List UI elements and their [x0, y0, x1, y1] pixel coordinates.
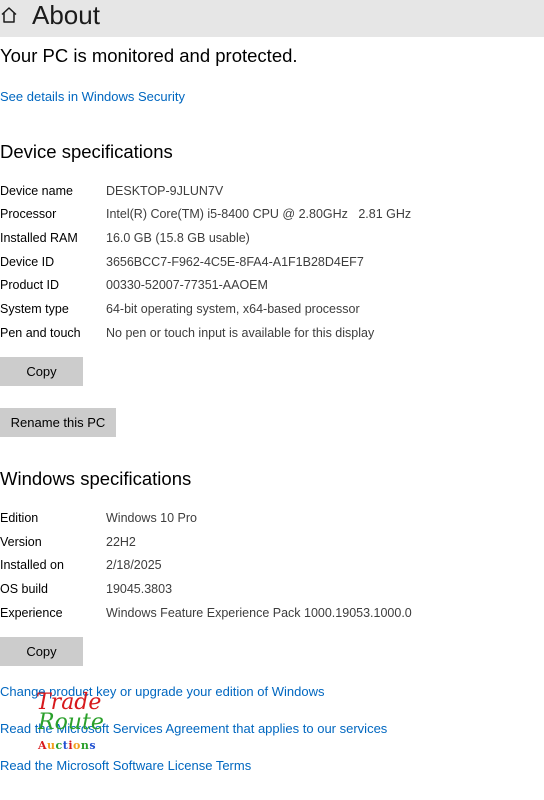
spec-label: Product ID — [0, 278, 60, 292]
protection-status: Your PC is monitored and protected. — [0, 45, 298, 66]
spec-value: 00330-52007-77351-AAOEM — [106, 278, 268, 292]
spec-value: 2/18/2025 — [106, 558, 162, 572]
home-icon[interactable] — [0, 6, 18, 24]
watermark-letter: n — [80, 739, 90, 752]
title-bar: About — [0, 0, 544, 37]
watermark-letter: s — [89, 739, 97, 752]
spec-value: 64-bit operating system, x64-based proce… — [106, 302, 360, 316]
spec-label: Installed RAM — [0, 231, 78, 245]
windows-security-link[interactable]: See details in Windows Security — [0, 89, 185, 104]
spec-label: Device ID — [0, 255, 55, 269]
watermark-letter: c — [55, 739, 63, 752]
spec-row-device-name: Device name DESKTOP-9JLUN7V — [0, 181, 544, 201]
spec-row-pen-and-touch: Pen and touch No pen or touch input is a… — [0, 323, 544, 343]
watermark-letter: i — [68, 739, 74, 752]
spec-row-device-id: Device ID 3656BCC7-F962-4C5E-8FA4-A1F1B2… — [0, 252, 544, 272]
spec-value: DESKTOP-9JLUN7V — [106, 184, 224, 198]
software-license-terms-link[interactable]: Read the Microsoft Software License Term… — [0, 758, 251, 773]
spec-value: Windows 10 Pro — [106, 511, 198, 525]
spec-row-version: Version 22H2 — [0, 532, 544, 552]
spec-row-product-id: Product ID 00330-52007-77351-AAOEM — [0, 275, 544, 295]
spec-row-experience: Experience Windows Feature Experience Pa… — [0, 603, 544, 623]
spec-label: Installed on — [0, 558, 64, 572]
device-specifications-heading: Device specifications — [0, 141, 173, 162]
copy-windows-specs-button[interactable]: Copy — [0, 637, 83, 666]
watermark-letter: t — [62, 739, 69, 752]
spec-row-installed-on: Installed on 2/18/2025 — [0, 555, 544, 575]
spec-label: System type — [0, 302, 69, 316]
spec-value: 22H2 — [106, 535, 136, 549]
watermark-letter: o — [73, 739, 81, 752]
spec-value: 16.0 GB (15.8 GB usable) — [106, 231, 250, 245]
watermark-letter: u — [47, 739, 56, 752]
spec-label: OS build — [0, 582, 48, 596]
windows-specifications-heading: Windows specifications — [0, 468, 192, 489]
spec-value: 3656BCC7-F962-4C5E-8FA4-A1F1B28D4EF7 — [106, 255, 364, 269]
spec-value: No pen or touch input is available for t… — [106, 326, 375, 340]
spec-label: Device name — [0, 184, 73, 198]
spec-row-os-build: OS build 19045.3803 — [0, 579, 544, 599]
copy-device-specs-button[interactable]: Copy — [0, 357, 83, 386]
spec-value: Windows Feature Experience Pack 1000.190… — [106, 606, 412, 620]
spec-label: Pen and touch — [0, 326, 81, 340]
spec-row-processor: Processor Intel(R) Core(TM) i5-8400 CPU … — [0, 204, 544, 224]
spec-label: Experience — [0, 606, 63, 620]
spec-row-installed-ram: Installed RAM 16.0 GB (15.8 GB usable) — [0, 228, 544, 248]
spec-value: 19045.3803 — [106, 582, 173, 596]
spec-label: Edition — [0, 511, 39, 525]
spec-row-edition: Edition Windows 10 Pro — [0, 508, 544, 528]
spec-label: Version — [0, 535, 42, 549]
change-product-key-link[interactable]: Change product key or upgrade your editi… — [0, 684, 324, 699]
watermark-line-auctions: Auctions — [38, 740, 96, 752]
spec-label: Processor — [0, 207, 57, 221]
page-title: About — [32, 0, 100, 30]
watermark-letter: A — [38, 739, 48, 752]
spec-value: Intel(R) Core(TM) i5-8400 CPU @ 2.80GHz … — [106, 207, 412, 221]
spec-row-system-type: System type 64-bit operating system, x64… — [0, 299, 544, 319]
services-agreement-link[interactable]: Read the Microsoft Services Agreement th… — [0, 721, 387, 736]
rename-pc-button[interactable]: Rename this PC — [0, 408, 116, 437]
